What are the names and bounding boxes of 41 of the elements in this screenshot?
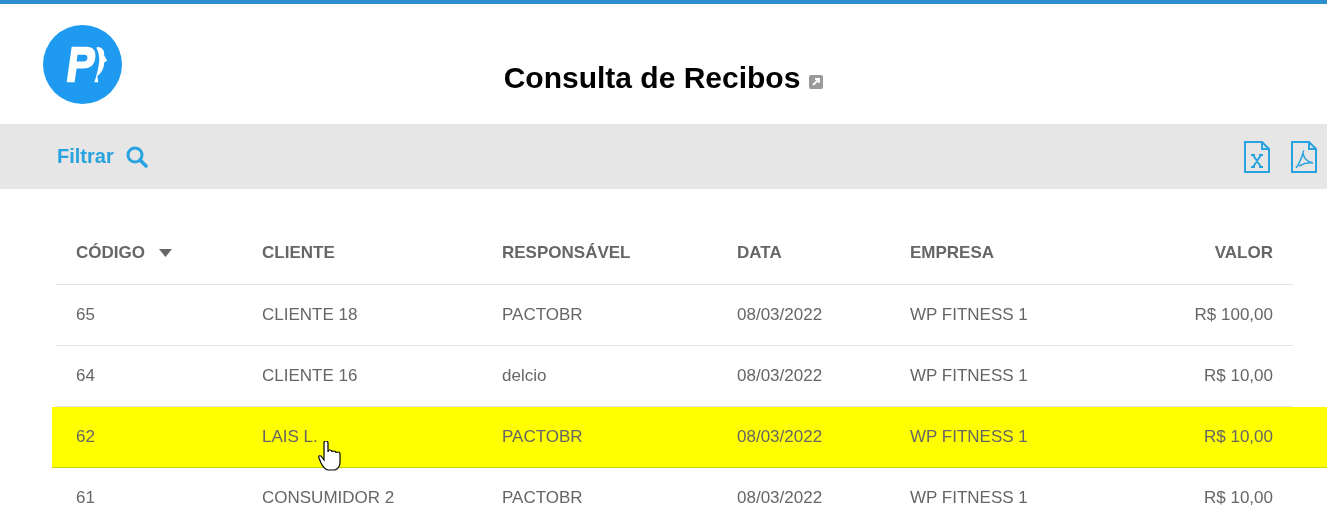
table-cell: WP FITNESS 1 <box>910 488 1028 507</box>
table-cell: CLIENTE 16 <box>262 366 358 385</box>
table-cell: 61 <box>76 488 95 507</box>
table-cell: CONSUMIDOR 2 <box>262 488 395 507</box>
column-header[interactable]: VALOR <box>1214 243 1273 263</box>
column-header[interactable]: RESPONSÁVEL <box>502 243 631 263</box>
table-cell: 08/03/2022 <box>737 366 823 385</box>
table-cell: 08/03/2022 <box>737 427 823 446</box>
search-icon <box>125 145 148 168</box>
table-cell: delcio <box>502 366 547 385</box>
table-cell: WP FITNESS 1 <box>910 427 1028 446</box>
table-cell: 65 <box>76 305 95 324</box>
table-cell: LAIS L. <box>262 427 318 446</box>
excel-export-icon[interactable] <box>1243 140 1271 173</box>
table-cell: PACTOBR <box>502 427 583 446</box>
table-cell: WP FITNESS 1 <box>910 366 1028 385</box>
table-cell: R$ 10,00 <box>1204 427 1273 446</box>
table-cell: WP FITNESS 1 <box>910 305 1028 324</box>
column-header[interactable]: DATA <box>737 243 782 263</box>
table-cell: R$ 10,00 <box>1204 366 1273 385</box>
column-header[interactable]: CLIENTE <box>262 243 335 263</box>
table-cell: R$ 100,00 <box>1194 305 1273 324</box>
table-cell: PACTOBR <box>502 305 583 324</box>
table-cell: 62 <box>76 427 95 446</box>
table-cell: PACTOBR <box>502 488 583 507</box>
table-row[interactable]: 65 CLIENTE 18 PACTOBR 08/03/2022 WP FITNESS 1 R$ 100,00 <box>56 285 1293 346</box>
page-title: Consulta de Recibos <box>503 61 801 95</box>
table-cell: R$ 10,00 <box>1204 488 1273 507</box>
table-cell: 08/03/2022 <box>737 488 823 507</box>
logo-icon <box>43 25 122 104</box>
table-cell: 08/03/2022 <box>737 305 823 324</box>
column-header[interactable]: CÓDIGO <box>76 243 145 263</box>
column-header[interactable]: EMPRESA <box>910 243 995 263</box>
pdf-export-icon[interactable] <box>1290 140 1318 173</box>
table-row[interactable]: 61 CONSUMIDOR 2 PACTOBR 08/03/2022 WP FITNESS 1 R$ 10,00 <box>56 468 1293 528</box>
external-link-icon[interactable] <box>809 75 824 89</box>
hand-cursor-icon <box>318 441 342 471</box>
table-row[interactable]: 62 LAIS L. PACTOBR 08/03/2022 WP FITNESS 1 R$ 10,00 <box>52 407 1327 468</box>
sort-caret-icon[interactable] <box>158 249 172 257</box>
table-cell: 64 <box>76 366 95 385</box>
table-cell: CLIENTE 18 <box>262 305 358 324</box>
